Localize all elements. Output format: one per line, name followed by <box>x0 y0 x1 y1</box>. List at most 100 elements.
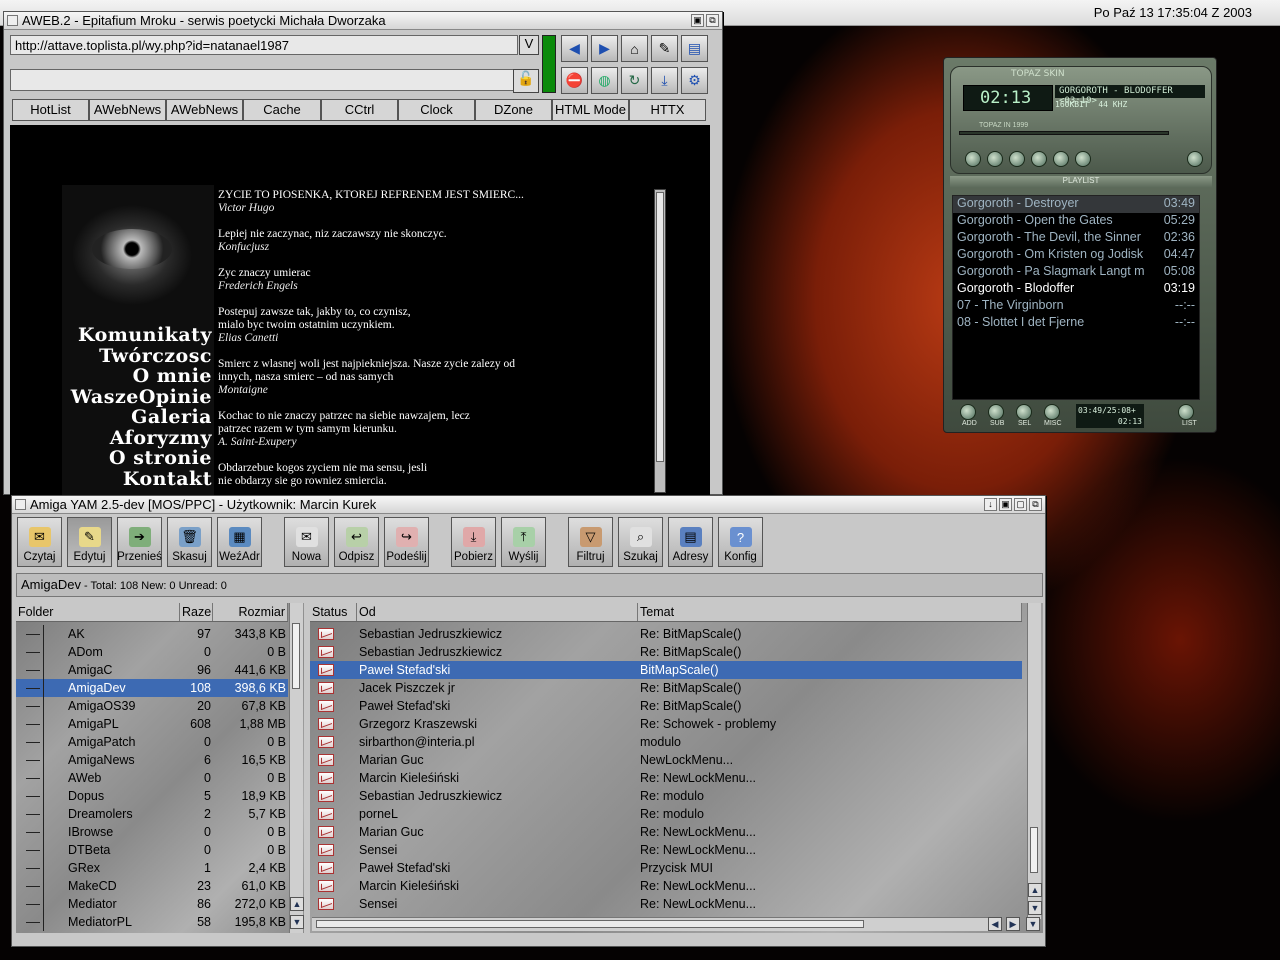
mail-row[interactable]: Sensei Re: NewLockMenu... <box>310 841 1022 859</box>
security-lock-icon[interactable]: 🔓 <box>513 69 539 93</box>
iconify-icon[interactable]: ▣ <box>999 498 1012 511</box>
folder-row[interactable]: MediatorPL 58 195,8 KB <box>16 913 288 931</box>
playlist-item[interactable]: 07 - The Virginborn --:-- <box>953 298 1199 315</box>
playlist-item-current[interactable]: Gorgoroth - Blodoffer 03:19 <box>953 281 1199 298</box>
playlist-item[interactable]: Gorgoroth - Open the Gates 05:29 <box>953 213 1199 230</box>
mail-row[interactable]: Sebastian Jedruszkiewicz Re: BitMapScale(… <box>310 643 1022 661</box>
send-button[interactable]: ⤒ Wyślij <box>501 517 546 567</box>
get-address-button[interactable]: ▦ WeźAdr <box>217 517 262 567</box>
menu-galeria[interactable]: Galeria <box>62 407 212 428</box>
reply-button[interactable]: ↩ Odpisz <box>334 517 379 567</box>
col-from[interactable]: Od <box>357 603 638 621</box>
folder-row[interactable]: AmigaPL 608 1,88 MB <box>16 715 288 733</box>
menu-aforyzmy[interactable]: Aforyzmy <box>62 427 212 449</box>
home-icon[interactable]: ⌂ <box>621 35 648 62</box>
folder-row[interactable]: Mediator 86 272,0 KB <box>16 895 288 913</box>
edit-icon[interactable]: ✎ <box>651 35 678 62</box>
httx-button[interactable]: HTTX <box>629 99 706 121</box>
scroll-down-icon[interactable]: ▼ <box>1028 901 1042 915</box>
url-history-button[interactable]: V <box>519 35 539 55</box>
add-icon[interactable] <box>960 404 976 420</box>
close-icon[interactable] <box>15 499 26 510</box>
folder-row[interactable]: AK 97 343,8 KB <box>16 625 288 643</box>
save-icon[interactable]: ▤ <box>681 35 708 62</box>
folder-row[interactable]: DTBeta 0 0 B <box>16 841 288 859</box>
forward-arrow-icon[interactable]: ▶ <box>591 35 618 62</box>
menu-o-stronie[interactable]: O stronie <box>62 448 212 469</box>
jump-icon[interactable]: ↓ <box>984 498 997 511</box>
delete-button[interactable]: 🗑 Skasuj <box>167 517 212 567</box>
pause-icon[interactable] <box>1009 151 1025 167</box>
new-button[interactable]: ✉ Nowa <box>284 517 329 567</box>
menu-o-mnie[interactable]: O mnie <box>62 366 212 387</box>
eject-icon[interactable] <box>1075 151 1091 167</box>
mail-row[interactable]: Jacek Piszczek jr Re: BitMapScale() <box>310 679 1022 697</box>
next-icon[interactable] <box>1053 151 1069 167</box>
mail-row[interactable]: porneL Re: modulo <box>310 805 1022 823</box>
scroll-right-icon[interactable]: ▶ <box>1006 917 1020 931</box>
addressbook-button[interactable]: ▤ Adresy <box>668 517 713 567</box>
seek-bar[interactable] <box>959 131 1169 135</box>
mail-row[interactable]: Grzegorz Kraszewski Re: Schowek - problem… <box>310 715 1022 733</box>
aweb-titlebar[interactable]: AWEB.2 - Epitafium Mroku - serwis poetyc… <box>4 12 722 30</box>
dzone-button[interactable]: DZone <box>475 99 552 121</box>
yam-titlebar[interactable]: Amiga YAM 2.5-dev [MOS/PPC] - Użytkownik… <box>12 496 1045 514</box>
url-input[interactable]: http://attave.toplista.pl/wy.php?id=nata… <box>10 35 518 55</box>
playlist-item[interactable]: Gorgoroth - Destroyer 03:49 <box>953 196 1199 213</box>
misc-icon[interactable] <box>1044 404 1060 420</box>
sel-icon[interactable] <box>1016 404 1032 420</box>
menu-tworczosc[interactable]: Twórczosc <box>62 345 212 367</box>
mail-scrollbar[interactable]: ▲ ▼ <box>1027 603 1042 919</box>
mail-row-selected[interactable]: Paweł Stefad'ski BitMapScale() <box>310 661 1022 679</box>
mail-row[interactable]: Sebastian Jedruszkiewicz Re: BitMapScale(… <box>310 625 1022 643</box>
edit-button[interactable]: ✎ Edytuj <box>67 517 112 567</box>
menu-komunikaty[interactable]: Komunikaty <box>62 325 212 346</box>
download-icon[interactable]: ⤓ <box>651 67 678 94</box>
move-button[interactable]: ➔ Przenieś <box>117 517 162 567</box>
scroll-up-icon[interactable]: ▲ <box>290 897 304 911</box>
close-icon[interactable] <box>7 15 18 26</box>
filter-button[interactable]: ▽ Filtruj <box>568 517 613 567</box>
folder-row[interactable]: ADom 0 0 B <box>16 643 288 661</box>
col-status[interactable]: Status <box>310 603 357 621</box>
col-folder[interactable]: Folder <box>16 603 180 621</box>
forward-button[interactable]: ↪ Podeślij <box>384 517 429 567</box>
cache-button[interactable]: Cache <box>243 99 321 121</box>
scroll-thumb[interactable] <box>656 192 664 462</box>
scroll-left-icon[interactable]: ◀ <box>988 917 1002 931</box>
folder-row[interactable]: AmigaC 96 441,6 KB <box>16 661 288 679</box>
content-scrollbar[interactable] <box>654 189 666 493</box>
scroll-thumb[interactable] <box>292 623 300 689</box>
mail-row[interactable]: Paweł Stefad'ski Przycisk MUI <box>310 859 1022 877</box>
folder-row-selected[interactable]: AmigaDev 108 398,6 KB <box>16 679 288 697</box>
folder-row[interactable]: AmigaNews 6 16,5 KB <box>16 751 288 769</box>
list-icon[interactable] <box>1178 404 1194 420</box>
mail-row[interactable]: Sensei Re: NewLockMenu... <box>310 895 1022 913</box>
stop-icon[interactable] <box>1031 151 1047 167</box>
mail-row[interactable]: Paweł Stefad'ski Re: BitMapScale() <box>310 697 1022 715</box>
mail-row[interactable]: Marian Guc NewLockMenu... <box>310 751 1022 769</box>
zoom-icon[interactable]: ▢ <box>1014 498 1027 511</box>
playlist-item[interactable]: Gorgoroth - Pa Slagmark Langt m 05:08 <box>953 264 1199 281</box>
folder-row[interactable]: GRex 1 2,4 KB <box>16 859 288 877</box>
mail-hscrollbar[interactable]: ◀ ▶ ▼ <box>312 917 1040 931</box>
col-count[interactable]: Razem <box>180 603 213 621</box>
config-button[interactable]: ? Konfig <box>718 517 763 567</box>
scroll-thumb[interactable] <box>316 920 864 928</box>
play-icon[interactable] <box>987 151 1003 167</box>
fetch-button[interactable]: ⤓ Pobierz <box>451 517 496 567</box>
awebnews-button-2[interactable]: AWebNews <box>166 99 243 121</box>
folder-row[interactable]: IBrowse 0 0 B <box>16 823 288 841</box>
repeat-icon[interactable] <box>1187 151 1203 167</box>
mail-row[interactable]: Marcin Kieleśiński Re: NewLockMenu... <box>310 877 1022 895</box>
back-arrow-icon[interactable]: ◀ <box>561 35 588 62</box>
folder-row[interactable]: AmigaPatch 0 0 B <box>16 733 288 751</box>
depth-icon[interactable]: ⧉ <box>1029 498 1042 511</box>
col-subject[interactable]: Temat <box>638 603 1022 621</box>
reload-icon[interactable]: ↻ <box>621 67 648 94</box>
stop-icon[interactable]: ⛔ <box>561 67 588 94</box>
folder-scrollbar[interactable]: ▲ ▼ <box>289 603 304 933</box>
clock-button[interactable]: Clock <box>398 99 475 121</box>
folder-row[interactable]: AmigaOS39 20 67,8 KB <box>16 697 288 715</box>
mail-row[interactable]: Marcin Kieleśiński Re: NewLockMenu... <box>310 769 1022 787</box>
